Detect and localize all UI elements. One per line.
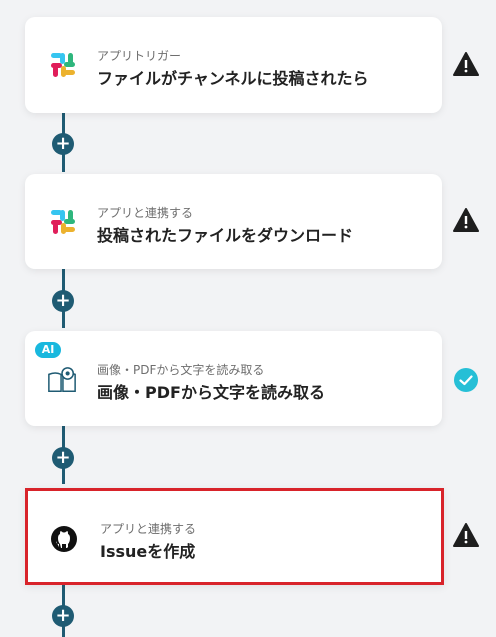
step-subtitle: アプリトリガー [97,49,182,63]
book-eye-icon [48,367,76,392]
slack-icon [51,210,75,234]
flow-step-card[interactable]: 画像・PDFから文字を読み取る 画像・PDFから文字を読み取る [25,331,442,426]
add-step-button[interactable]: + [52,605,74,627]
warning-icon [453,208,479,232]
add-step-button[interactable]: + [52,133,74,155]
flow-step-card[interactable]: アプリトリガー ファイルがチャンネルに投稿されたら [25,17,442,113]
check-circle-icon [454,368,478,392]
github-icon [51,526,77,552]
ai-badge: AI [35,342,61,358]
slack-icon [51,53,75,77]
step-title: Issueを作成 [100,542,196,561]
step-title: ファイルがチャンネルに投稿されたら [97,69,369,88]
step-subtitle: 画像・PDFから文字を読み取る [97,363,265,377]
step-title: 画像・PDFから文字を読み取る [97,383,325,402]
step-subtitle: アプリと連携する [97,206,194,220]
warning-icon [453,523,479,547]
flow-step-card[interactable]: アプリと連携する 投稿されたファイルをダウンロード [25,174,442,269]
add-step-button[interactable]: + [52,447,74,469]
step-title: 投稿されたファイルをダウンロード [97,226,354,245]
add-step-button[interactable]: + [52,290,74,312]
step-subtitle: アプリと連携する [100,522,197,536]
warning-icon [453,52,479,76]
flow-step-card-selected[interactable]: アプリと連携する Issueを作成 [25,488,444,585]
